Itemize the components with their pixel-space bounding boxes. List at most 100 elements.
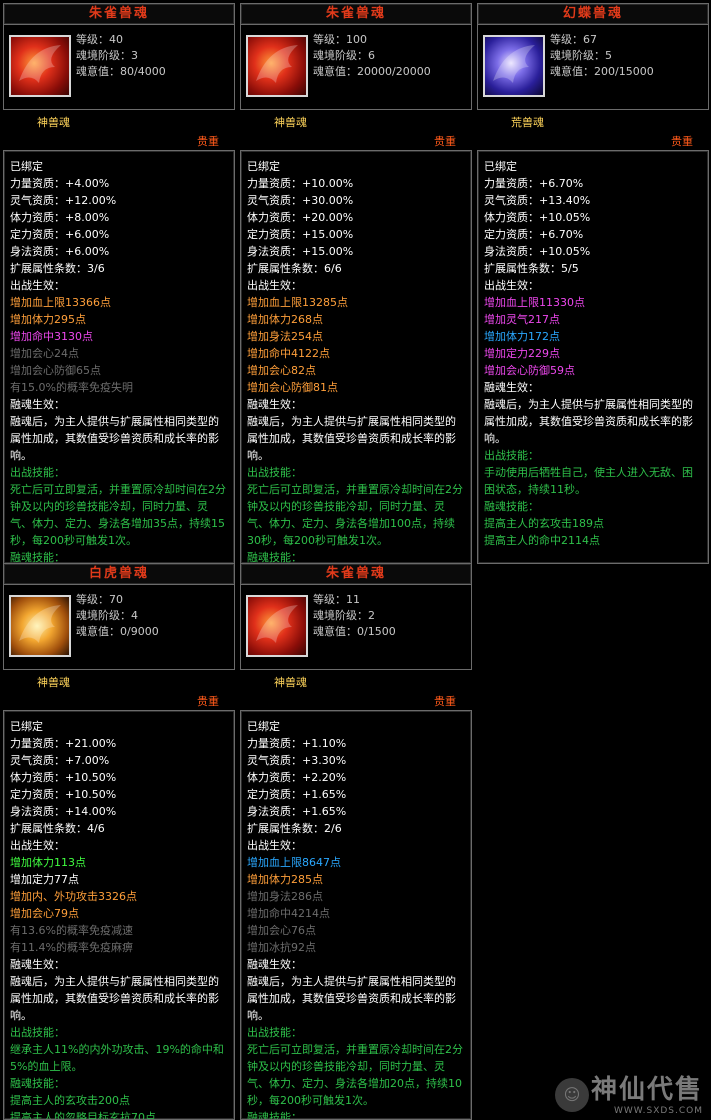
attribute-line: 扩展属性条数：2/6 — [247, 822, 342, 835]
attribute-line: 出战生效： — [10, 839, 65, 852]
attribute-line: 身法资质：+1.65% — [247, 805, 347, 818]
rarity-badge: 贵重 — [197, 135, 219, 148]
card-stats: 等级：70 魂境阶级：4 魂意值：0/9000 — [76, 592, 159, 640]
attribute-line: 融魂后，为主人提供与扩展属性相同类型的属性加成，其数值受珍兽资质和成长率的影响。 — [247, 975, 456, 1022]
attribute-line: 增加身法254点 — [247, 330, 323, 343]
card-header: 等级：11 魂境阶级：2 魂意值：0/1500 — [240, 585, 472, 670]
attribute-line: 体力资质：+10.50% — [10, 771, 117, 784]
attribute-line: 融魂生效： — [247, 958, 302, 971]
card-header: 等级：100 魂境阶级：6 魂意值：20000/20000 — [240, 25, 472, 110]
attribute-line: 身法资质：+6.00% — [10, 245, 110, 258]
attribute-line: 体力资质：+8.00% — [10, 211, 110, 224]
soul-card-1: 朱雀兽魂 等级：40 魂境阶级：3 魂意值：80/4000 神兽魂 贵重 已绑定 力量资质：+… — [3, 3, 235, 564]
tier-text: 魂境阶级：4 — [76, 609, 138, 622]
attribute-line: 增加命中4214点 — [247, 907, 330, 920]
soul-type: 神兽魂 — [274, 116, 307, 129]
card-header: 等级：40 魂境阶级：3 魂意值：80/4000 — [3, 25, 235, 110]
attribute-line: 出战生效： — [484, 279, 539, 292]
attribute-line: 增加血上限8647点 — [247, 856, 341, 869]
tiger-gold-icon[interactable] — [9, 595, 71, 657]
attribute-line: 增加血上限11330点 — [484, 296, 585, 309]
attribute-line: 增加会心防御65点 — [10, 364, 101, 377]
attribute-line: 已绑定 — [10, 720, 43, 733]
attribute-line: 死亡后可立即复活，并重置原冷却时间在2分钟及以内的珍兽技能冷却，同时力量、灵气、… — [247, 1043, 463, 1107]
attribute-line: 身法资质：+15.00% — [247, 245, 354, 258]
attribute-line: 增加体力285点 — [247, 873, 323, 886]
attribute-line: 体力资质：+10.05% — [484, 211, 591, 224]
level-text: 等级：100 — [313, 33, 367, 46]
soul-type: 神兽魂 — [37, 116, 70, 129]
card-stats: 等级：100 魂境阶级：6 魂意值：20000/20000 — [313, 32, 431, 80]
attribute-line: 出战生效： — [10, 279, 65, 292]
attribute-line: 增加命中3130点 — [10, 330, 93, 343]
tier-text: 魂境阶级：3 — [76, 49, 138, 62]
attribute-line: 体力资质：+2.20% — [247, 771, 347, 784]
card-stats: 等级：40 魂境阶级：3 魂意值：80/4000 — [76, 32, 166, 80]
phoenix-red-icon[interactable] — [9, 35, 71, 97]
attribute-line: 已绑定 — [10, 160, 43, 173]
attribute-line: 融魂生效： — [247, 398, 302, 411]
level-text: 等级：67 — [550, 33, 597, 46]
attribute-line: 增加会心79点 — [10, 907, 79, 920]
soul-card-5: 朱雀兽魂 等级：11 魂境阶级：2 魂意值：0/1500 神兽魂 贵重 已绑定 力量资质：+1… — [240, 563, 472, 1120]
attribute-line: 灵气资质：+7.00% — [10, 754, 110, 767]
attribute-line: 扩展属性条数：6/6 — [247, 262, 342, 275]
soul-type: 神兽魂 — [274, 676, 307, 689]
attribute-line: 身法资质：+10.05% — [484, 245, 591, 258]
attribute-line: 已绑定 — [247, 720, 280, 733]
attribute-line: 提高主人的命中2114点 — [484, 534, 600, 547]
card-header: 等级：67 魂境阶级：5 魂意值：200/15000 — [477, 25, 709, 110]
watermark-brand: 神仙代售 — [590, 1075, 703, 1105]
intent-text: 魂意值：80/4000 — [76, 65, 166, 78]
card-subrow: 神兽魂贵重 — [240, 110, 472, 150]
card-subrow: 神兽魂贵重 — [3, 110, 235, 150]
card-title: 朱雀兽魂 — [3, 3, 235, 25]
attribute-line: 出战生效： — [247, 839, 302, 852]
attribute-line: 增加定力229点 — [484, 347, 560, 360]
tier-text: 魂境阶级：6 — [313, 49, 375, 62]
attribute-line: 定力资质：+6.70% — [484, 228, 584, 241]
attribute-line: 融魂技能： — [10, 1077, 65, 1090]
card-title: 白虎兽魂 — [3, 563, 235, 585]
tier-text: 魂境阶级：2 — [313, 609, 375, 622]
level-text: 等级：11 — [313, 593, 360, 606]
card-attributes: 已绑定 力量资质：+6.70% 灵气资质：+13.40% 体力资质：+10.05% 定力… — [477, 150, 709, 564]
attribute-line: 融魂生效： — [10, 958, 65, 971]
phoenix-red-icon[interactable] — [246, 35, 308, 97]
attribute-line: 定力资质：+15.00% — [247, 228, 354, 241]
tier-text: 魂境阶级：5 — [550, 49, 612, 62]
attribute-line: 死亡后可立即复活，并重置原冷却时间在2分钟及以内的珍兽技能冷却，同时力量、灵气、… — [247, 483, 463, 547]
phoenix-red-icon[interactable] — [246, 595, 308, 657]
attribute-line: 增加体力172点 — [484, 330, 560, 343]
attribute-line: 已绑定 — [484, 160, 517, 173]
attribute-line: 融魂后，为主人提供与扩展属性相同类型的属性加成，其数值受珍兽资质和成长率的影响。 — [247, 415, 456, 462]
attribute-line: 增加身法286点 — [247, 890, 323, 903]
butterfly-purple-icon[interactable] — [483, 35, 545, 97]
intent-text: 魂意值：200/15000 — [550, 65, 654, 78]
card-stats: 等级：67 魂境阶级：5 魂意值：200/15000 — [550, 32, 654, 80]
attribute-line: 融魂生效： — [484, 381, 539, 394]
card-stats: 等级：11 魂境阶级：2 魂意值：0/1500 — [313, 592, 396, 640]
attribute-line: 出战生效： — [247, 279, 302, 292]
attribute-line: 扩展属性条数：4/6 — [10, 822, 105, 835]
attribute-line: 增加命中4122点 — [247, 347, 330, 360]
attribute-line: 出战技能： — [247, 466, 302, 479]
attribute-line: 融魂技能： — [484, 500, 539, 513]
attribute-line: 融魂后，为主人提供与扩展属性相同类型的属性加成，其数值受珍兽资质和成长率的影响。 — [10, 415, 219, 462]
attribute-line: 融魂生效： — [10, 398, 65, 411]
attribute-line: 出战技能： — [10, 466, 65, 479]
rarity-badge: 贵重 — [434, 135, 456, 148]
attribute-line: 增加血上限13366点 — [10, 296, 111, 309]
attribute-line: 灵气资质：+12.00% — [10, 194, 117, 207]
attribute-line: 有15.0%的概率免疫失明 — [10, 381, 133, 394]
card-title: 幻蝶兽魂 — [477, 3, 709, 25]
attribute-line: 继承主人11%的内外功攻击、19%的命中和5%的血上限。 — [10, 1043, 224, 1073]
level-text: 等级：40 — [76, 33, 123, 46]
attribute-line: 灵气资质：+30.00% — [247, 194, 354, 207]
card-subrow: 荒兽魂 贵重 — [477, 110, 709, 150]
attribute-line: 定力资质：+1.65% — [247, 788, 347, 801]
attribute-line: 手动使用后牺牲自己，使主人进入无敌、困困状态，持续11秒。 — [484, 466, 693, 496]
attribute-line: 力量资质：+1.10% — [247, 737, 347, 750]
attribute-line: 增加会心24点 — [10, 347, 79, 360]
intent-text: 魂意值：20000/20000 — [313, 65, 431, 78]
